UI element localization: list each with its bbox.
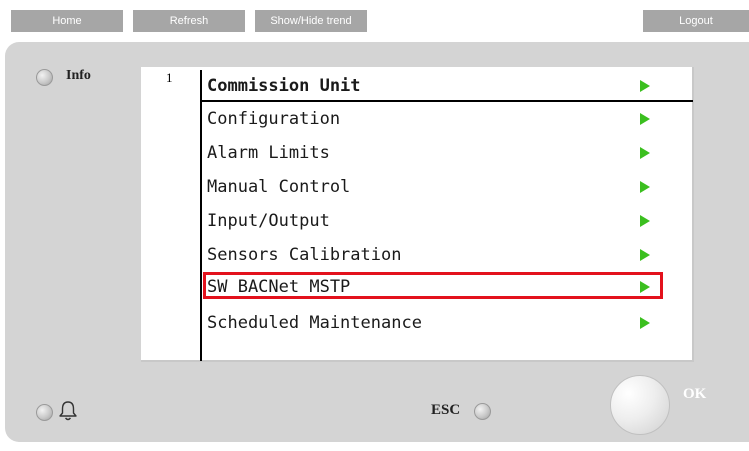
menu-item-configuration[interactable]: Configuration	[207, 104, 677, 134]
ok-label[interactable]: OK	[683, 386, 706, 403]
home-button[interactable]: Home	[11, 10, 123, 32]
bell-icon[interactable]	[58, 400, 78, 422]
menu-item-label: Alarm Limits	[207, 143, 330, 163]
menu-item-label: Manual Control	[207, 177, 351, 197]
menu-item-label: Scheduled Maintenance	[207, 313, 422, 333]
menu-item-scheduled-maintenance[interactable]: Scheduled Maintenance	[207, 308, 677, 338]
menu-item-manual-control[interactable]: Manual Control	[207, 172, 677, 202]
arrow-right-icon	[640, 113, 650, 125]
arrow-right-icon	[640, 249, 650, 261]
menu-title-commission-unit[interactable]: Commission Unit	[207, 71, 677, 101]
arrow-right-icon	[640, 80, 650, 92]
info-led-button[interactable]	[36, 69, 53, 86]
esc-led-button[interactable]	[474, 403, 491, 420]
menu-item-alarm-limits[interactable]: Alarm Limits	[207, 138, 677, 168]
menu-item-sensors-calibration[interactable]: Sensors Calibration	[207, 240, 677, 270]
arrow-right-icon	[640, 281, 650, 293]
esc-label[interactable]: ESC	[431, 402, 460, 419]
ok-knob[interactable]	[610, 375, 670, 435]
arrow-right-icon	[640, 147, 650, 159]
menu-item-label: Sensors Calibration	[207, 245, 402, 265]
info-label: Info	[66, 68, 91, 83]
menu-title-label: Commission Unit	[207, 76, 361, 96]
logout-button[interactable]: Logout	[643, 10, 749, 32]
alarm-led-button[interactable]	[36, 404, 53, 421]
menu-item-label: Input/Output	[207, 211, 330, 231]
screen-vertical-divider	[200, 70, 202, 361]
refresh-button[interactable]: Refresh	[133, 10, 245, 32]
menu-item-label: SW BACNet MSTP	[207, 277, 351, 297]
arrow-right-icon	[640, 215, 650, 227]
top-toolbar: Home Refresh Show/Hide trend Logout	[0, 0, 749, 34]
arrow-right-icon	[640, 181, 650, 193]
arrow-right-icon	[640, 317, 650, 329]
show-hide-trend-button[interactable]: Show/Hide trend	[255, 10, 367, 32]
menu-item-sw-bacnet-mstp[interactable]: SW BACNet MSTP	[207, 272, 677, 302]
page-number: 1	[166, 70, 173, 85]
menu-item-label: Configuration	[207, 109, 341, 129]
menu-item-input-output[interactable]: Input/Output	[207, 206, 677, 236]
